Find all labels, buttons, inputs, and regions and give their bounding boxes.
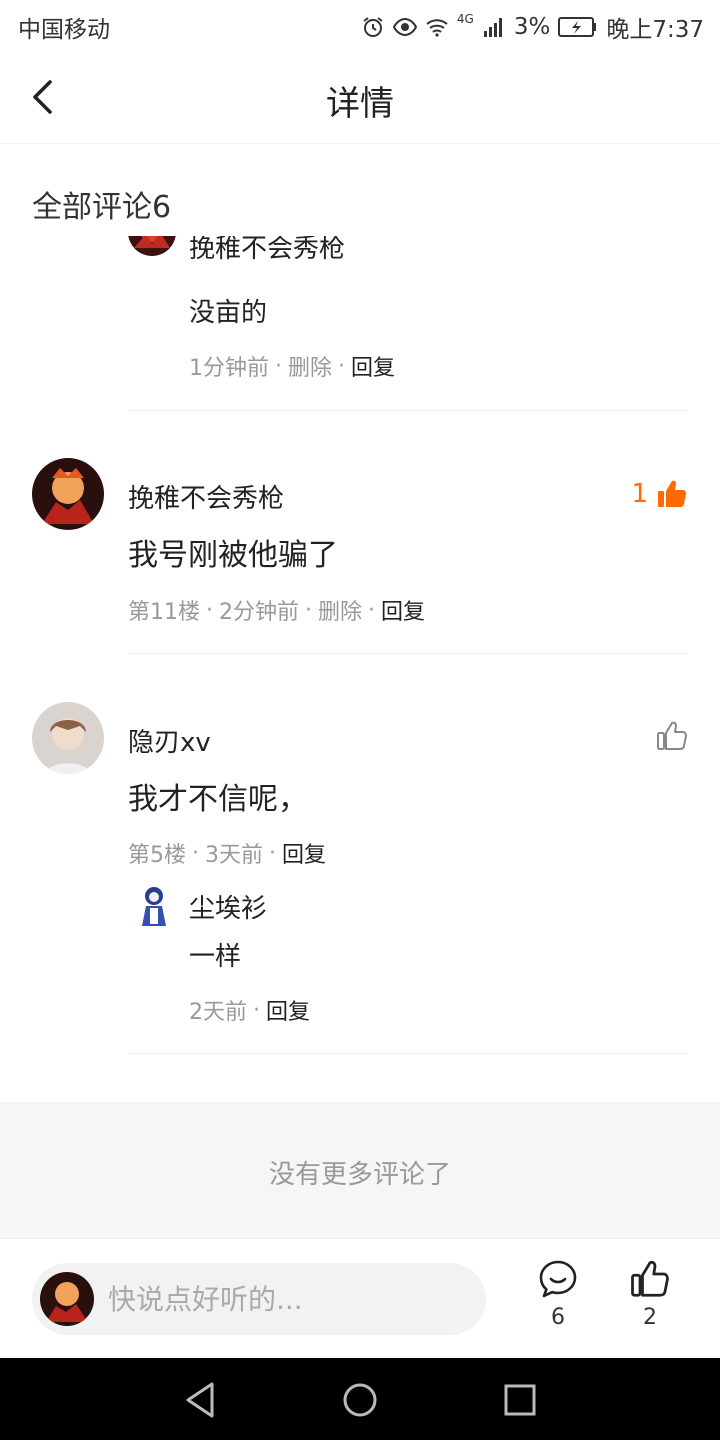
carrier-label: 中国移动 (18, 17, 110, 43)
delete-link[interactable]: 删除 (288, 350, 332, 382)
nav-recents-icon[interactable] (498, 1378, 542, 1422)
all-comments-label: 全部评论6 (32, 190, 172, 225)
nav-back-icon[interactable] (178, 1378, 222, 1422)
comment-time: 2分钟前 (219, 600, 299, 625)
comment-meta: 第11楼 · 2分钟前 · 删除 · 回复 (128, 594, 425, 626)
avatar[interactable] (32, 702, 104, 774)
comment-text: 我号刚被他骗了 (128, 538, 338, 573)
divider (128, 653, 688, 654)
eye-icon (392, 17, 417, 37)
like-post-button[interactable]: 2 (620, 1259, 680, 1330)
divider (128, 410, 688, 411)
reply-meta: 1分钟前 · 删除 · 回复 (189, 350, 395, 382)
like-count: 1 (631, 479, 648, 509)
reply-meta: 2天前 · 回复 (189, 994, 310, 1026)
floor-label: 第5楼 (128, 843, 186, 868)
bottom-comment-bar: 6 2 (0, 1238, 720, 1358)
comment-input-pill[interactable] (32, 1263, 486, 1335)
comment-text: 我才不信呢， (128, 782, 308, 817)
thumbs-up-icon (657, 721, 687, 750)
reply-time: 2天前 (189, 1000, 247, 1025)
comment-meta: 第5楼 · 3天前 · 回复 (128, 837, 326, 869)
avatar[interactable] (128, 236, 176, 256)
reply-author-name[interactable]: 挽稚不会秀枪 (189, 236, 345, 265)
status-bar: 中国移动 4G 3% 晚上7:37 (0, 0, 720, 50)
wifi-icon (426, 19, 448, 37)
like-count: 2 (643, 1305, 657, 1330)
reply-text: 一样 (189, 942, 242, 972)
avatar (40, 1272, 94, 1326)
comment-author-name[interactable]: 挽稚不会秀枪 (128, 478, 284, 515)
comment-count: 6 (551, 1305, 565, 1330)
delete-link[interactable]: 删除 (318, 594, 362, 626)
battery-percent: 3% (513, 14, 551, 40)
divider (128, 1053, 688, 1054)
reply-time: 1分钟前 (189, 356, 269, 381)
clock: 晚上7:37 (606, 17, 704, 43)
floor-label: 第11楼 (128, 600, 200, 625)
reply-link[interactable]: 回复 (381, 594, 425, 626)
battery-charging-icon (558, 17, 597, 37)
signal-icon (483, 18, 502, 37)
page-title: 详情 (326, 84, 394, 124)
like-button[interactable]: 1 (631, 478, 688, 510)
thumbs-up-filled-icon (658, 480, 686, 507)
comment-bubble-icon (539, 1260, 577, 1298)
alarm-icon (363, 17, 383, 37)
reply-link[interactable]: 回复 (351, 350, 395, 382)
reply-link[interactable]: 回复 (282, 837, 326, 869)
comments-button[interactable]: 6 (528, 1259, 588, 1330)
avatar[interactable] (32, 458, 104, 530)
no-more-comments-label: 没有更多评论了 (268, 1160, 451, 1190)
system-nav-bar (0, 1358, 720, 1440)
thumbs-up-icon (631, 1260, 669, 1297)
reply-author-name[interactable]: 尘埃衫 (189, 888, 267, 925)
status-icons: 4G 3% 晚上7:37 (361, 10, 704, 44)
partial-reply-header: 挽稚不会秀枪 (0, 236, 720, 266)
nav-home-icon[interactable] (338, 1378, 382, 1422)
like-button[interactable] (656, 720, 688, 752)
comment-author-name[interactable]: 隐刃xv (128, 722, 211, 759)
reply-link[interactable]: 回复 (266, 994, 310, 1026)
comment-input[interactable] (108, 1263, 468, 1335)
avatar[interactable] (130, 880, 178, 928)
comment-time: 3天前 (205, 843, 263, 868)
network-type: 4G (456, 12, 474, 26)
title-bar: 详情 (0, 50, 720, 144)
reply-text: 没亩的 (189, 298, 268, 328)
